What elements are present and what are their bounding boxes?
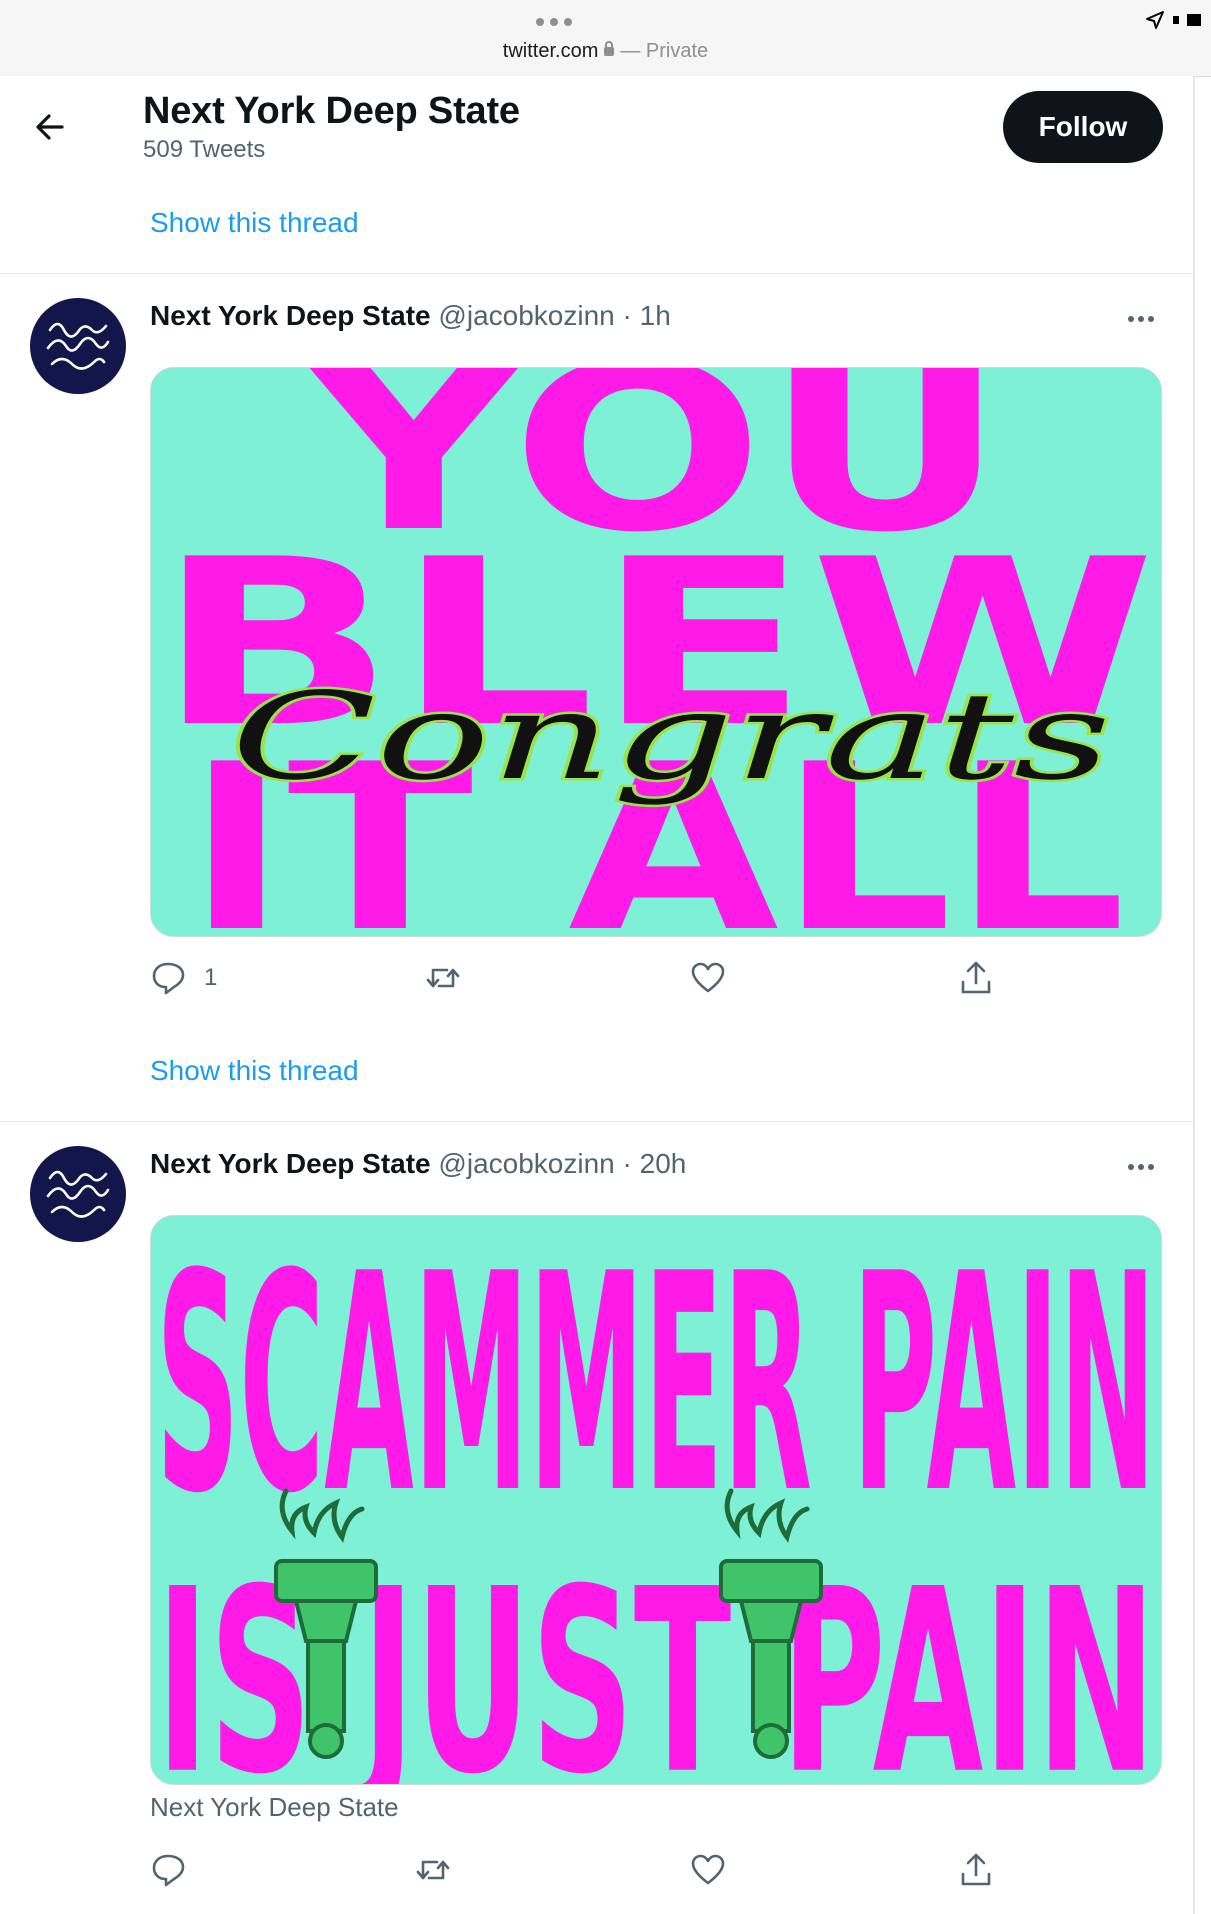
retweet-icon [416,1860,450,1880]
tweet-image[interactable]: YOU BLEW IT ALL Congrats [150,367,1162,937]
browser-toolbar: twitter.com — Private [0,0,1211,77]
url-text: twitter.com [502,40,599,62]
you-blew-it-all-graphic: YOU BLEW IT ALL Congrats [151,368,1161,936]
like-button[interactable] [690,1852,726,1888]
share-icon [961,1853,991,1886]
tweet-header: Next York Deep State @jacobkozinn · 20h [150,1148,686,1180]
reply-button[interactable]: 1 [150,960,217,996]
profile-name: Next York Deep State [143,90,520,132]
more-options-icon[interactable] [1128,314,1158,324]
script-overlay: Congrats [231,668,1111,807]
heart-icon [691,1854,725,1885]
reply-icon [152,962,185,995]
more-options-icon[interactable] [1128,1162,1158,1172]
like-button[interactable] [690,960,726,996]
tweet-actions [150,1852,1010,1892]
retweet-button[interactable] [415,1852,451,1888]
reply-button[interactable] [150,1852,204,1888]
private-label: — Private [620,40,709,62]
location-arrow-icon [1146,11,1164,29]
tweet-header: Next York Deep State @jacobkozinn · 1h [150,300,671,332]
tweet-count: 509 Tweets [143,136,266,163]
divider [0,1121,1193,1122]
tweet-image[interactable]: SCAMMER PAIN IS JUST PAIN [150,1215,1162,1785]
next-yorks-logo [46,322,110,370]
author-handle[interactable]: @jacobkozinn [438,300,614,331]
divider [0,273,1193,274]
tweet-time[interactable]: · 1h [623,300,671,331]
author-name[interactable]: Next York Deep State [150,300,431,331]
reply-count: 1 [204,964,218,991]
reply-icon [152,1854,185,1887]
author-handle[interactable]: @jacobkozinn [438,1148,614,1179]
follow-button[interactable]: Follow [1003,91,1163,163]
avatar[interactable] [30,1146,126,1242]
media-caption: Next York Deep State [150,1792,399,1822]
share-button[interactable] [958,960,994,996]
tab-overflow-dots-icon[interactable] [536,18,572,26]
lock-icon [604,41,615,56]
avatar[interactable] [30,298,126,394]
show-thread-link[interactable]: Show this thread [150,1055,359,1087]
signal-icon [1173,16,1179,24]
status-icons [1145,10,1201,30]
show-thread-link[interactable]: Show this thread [150,207,359,239]
retweet-button[interactable] [425,960,461,996]
address-bar[interactable]: twitter.com — Private [0,40,1211,63]
retweet-icon [426,968,460,988]
scroll-divider [1193,76,1195,1914]
heart-icon [691,962,725,993]
share-icon [961,961,991,994]
back-arrow-icon[interactable] [32,109,68,145]
author-name[interactable]: Next York Deep State [150,1148,431,1179]
next-yorks-logo [46,1170,110,1218]
scammer-pain-graphic: SCAMMER PAIN IS JUST PAIN [151,1216,1161,1784]
profile-header: Next York Deep State 509 Tweets Follow [0,76,1193,186]
tweet-time[interactable]: · 20h [623,1148,687,1179]
share-button[interactable] [958,1852,994,1888]
battery-icon [1187,14,1201,26]
tweet-actions: 1 [150,960,1010,1000]
